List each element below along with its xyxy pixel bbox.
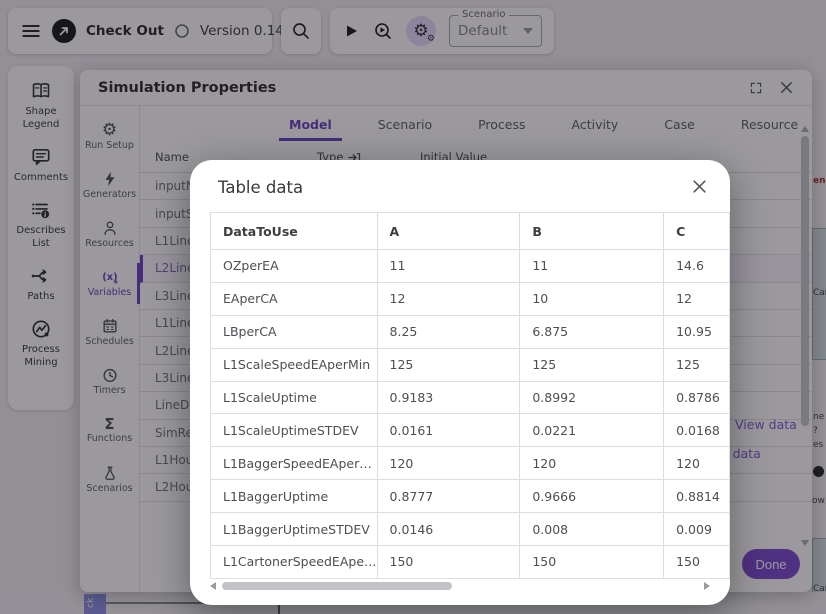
- app-root: en Car ne ? es ow Car ck P Check Out Ver…: [0, 0, 826, 614]
- table-row[interactable]: L1ScaleUptimeSTDEV0.01610.02210.0168: [211, 414, 730, 447]
- cell-a[interactable]: 8.25: [377, 315, 520, 348]
- cell-c[interactable]: 12: [664, 282, 730, 315]
- cell-name[interactable]: LBperCA: [211, 315, 378, 348]
- cell-a[interactable]: 0.8777: [377, 480, 520, 513]
- table-row[interactable]: LBperCA8.256.87510.95: [211, 315, 730, 348]
- cell-b[interactable]: 0.0221: [520, 414, 664, 447]
- cell-b[interactable]: 0.008: [520, 513, 664, 546]
- cell-c[interactable]: 0.009: [664, 513, 730, 546]
- scroll-thumb[interactable]: [222, 582, 452, 590]
- cell-name[interactable]: L1CartonerSpeedEApe…: [211, 546, 378, 579]
- modal-title: Table data: [218, 178, 303, 197]
- cell-a[interactable]: 0.9183: [377, 381, 520, 414]
- scroll-right-arrow[interactable]: [704, 582, 710, 590]
- table-row[interactable]: L1ScaleSpeedEAperMin125125125: [211, 348, 730, 381]
- cell-a[interactable]: 120: [377, 447, 520, 480]
- cell-name[interactable]: L1ScaleSpeedEAperMin: [211, 348, 378, 381]
- cell-name[interactable]: L1ScaleUptime: [211, 381, 378, 414]
- scroll-left-arrow[interactable]: [210, 582, 216, 590]
- cell-name[interactable]: L1BaggerUptime: [211, 480, 378, 513]
- cell-b[interactable]: 11: [520, 250, 664, 283]
- cell-c[interactable]: 14.6: [664, 250, 730, 283]
- cell-c[interactable]: 0.8814: [664, 480, 730, 513]
- cell-b[interactable]: 120: [520, 447, 664, 480]
- table-row[interactable]: EAperCA121012: [211, 282, 730, 315]
- cell-b[interactable]: 150: [520, 546, 664, 579]
- table-row[interactable]: OZperEA111114.6: [211, 250, 730, 283]
- cell-c[interactable]: 0.0168: [664, 414, 730, 447]
- horizontal-scrollbar[interactable]: [210, 580, 710, 592]
- table-data-modal: Table data DataToUse A B C OZperEA111114…: [190, 160, 730, 605]
- cell-name[interactable]: L1BaggerUptimeSTDEV: [211, 513, 378, 546]
- cell-name[interactable]: L1ScaleUptimeSTDEV: [211, 414, 378, 447]
- col-c[interactable]: C: [664, 213, 730, 250]
- cell-c[interactable]: 120: [664, 447, 730, 480]
- col-datatouse[interactable]: DataToUse: [211, 213, 378, 250]
- cell-c[interactable]: 125: [664, 348, 730, 381]
- cell-name[interactable]: L1BaggerSpeedEAper…: [211, 447, 378, 480]
- table-row[interactable]: L1BaggerSpeedEAper…120120120: [211, 447, 730, 480]
- modal-close-icon[interactable]: [691, 178, 708, 195]
- cell-b[interactable]: 0.8992: [520, 381, 664, 414]
- cell-c[interactable]: 0.8786: [664, 381, 730, 414]
- cell-a[interactable]: 12: [377, 282, 520, 315]
- table-row[interactable]: L1BaggerUptimeSTDEV0.01460.0080.009: [211, 513, 730, 546]
- table-header-row: DataToUse A B C: [211, 213, 730, 250]
- cell-a[interactable]: 0.0161: [377, 414, 520, 447]
- cell-c[interactable]: 150: [664, 546, 730, 579]
- cell-b[interactable]: 0.9666: [520, 480, 664, 513]
- table-row[interactable]: L1CartonerSpeedEApe…150150150: [211, 546, 730, 579]
- cell-b[interactable]: 10: [520, 282, 664, 315]
- cell-a[interactable]: 150: [377, 546, 520, 579]
- cell-a[interactable]: 11: [377, 250, 520, 283]
- cell-a[interactable]: 125: [377, 348, 520, 381]
- col-a[interactable]: A: [377, 213, 520, 250]
- cell-a[interactable]: 0.0146: [377, 513, 520, 546]
- cell-b[interactable]: 125: [520, 348, 664, 381]
- col-b[interactable]: B: [520, 213, 664, 250]
- cell-name[interactable]: OZperEA: [211, 250, 378, 283]
- cell-name[interactable]: EAperCA: [211, 282, 378, 315]
- cell-b[interactable]: 6.875: [520, 315, 664, 348]
- table-row[interactable]: L1BaggerUptime0.87770.96660.8814: [211, 480, 730, 513]
- cell-c[interactable]: 10.95: [664, 315, 730, 348]
- table-data-grid: DataToUse A B C OZperEA111114.6 EAperCA1…: [210, 212, 730, 579]
- table-row[interactable]: L1ScaleUptime0.91830.89920.8786: [211, 381, 730, 414]
